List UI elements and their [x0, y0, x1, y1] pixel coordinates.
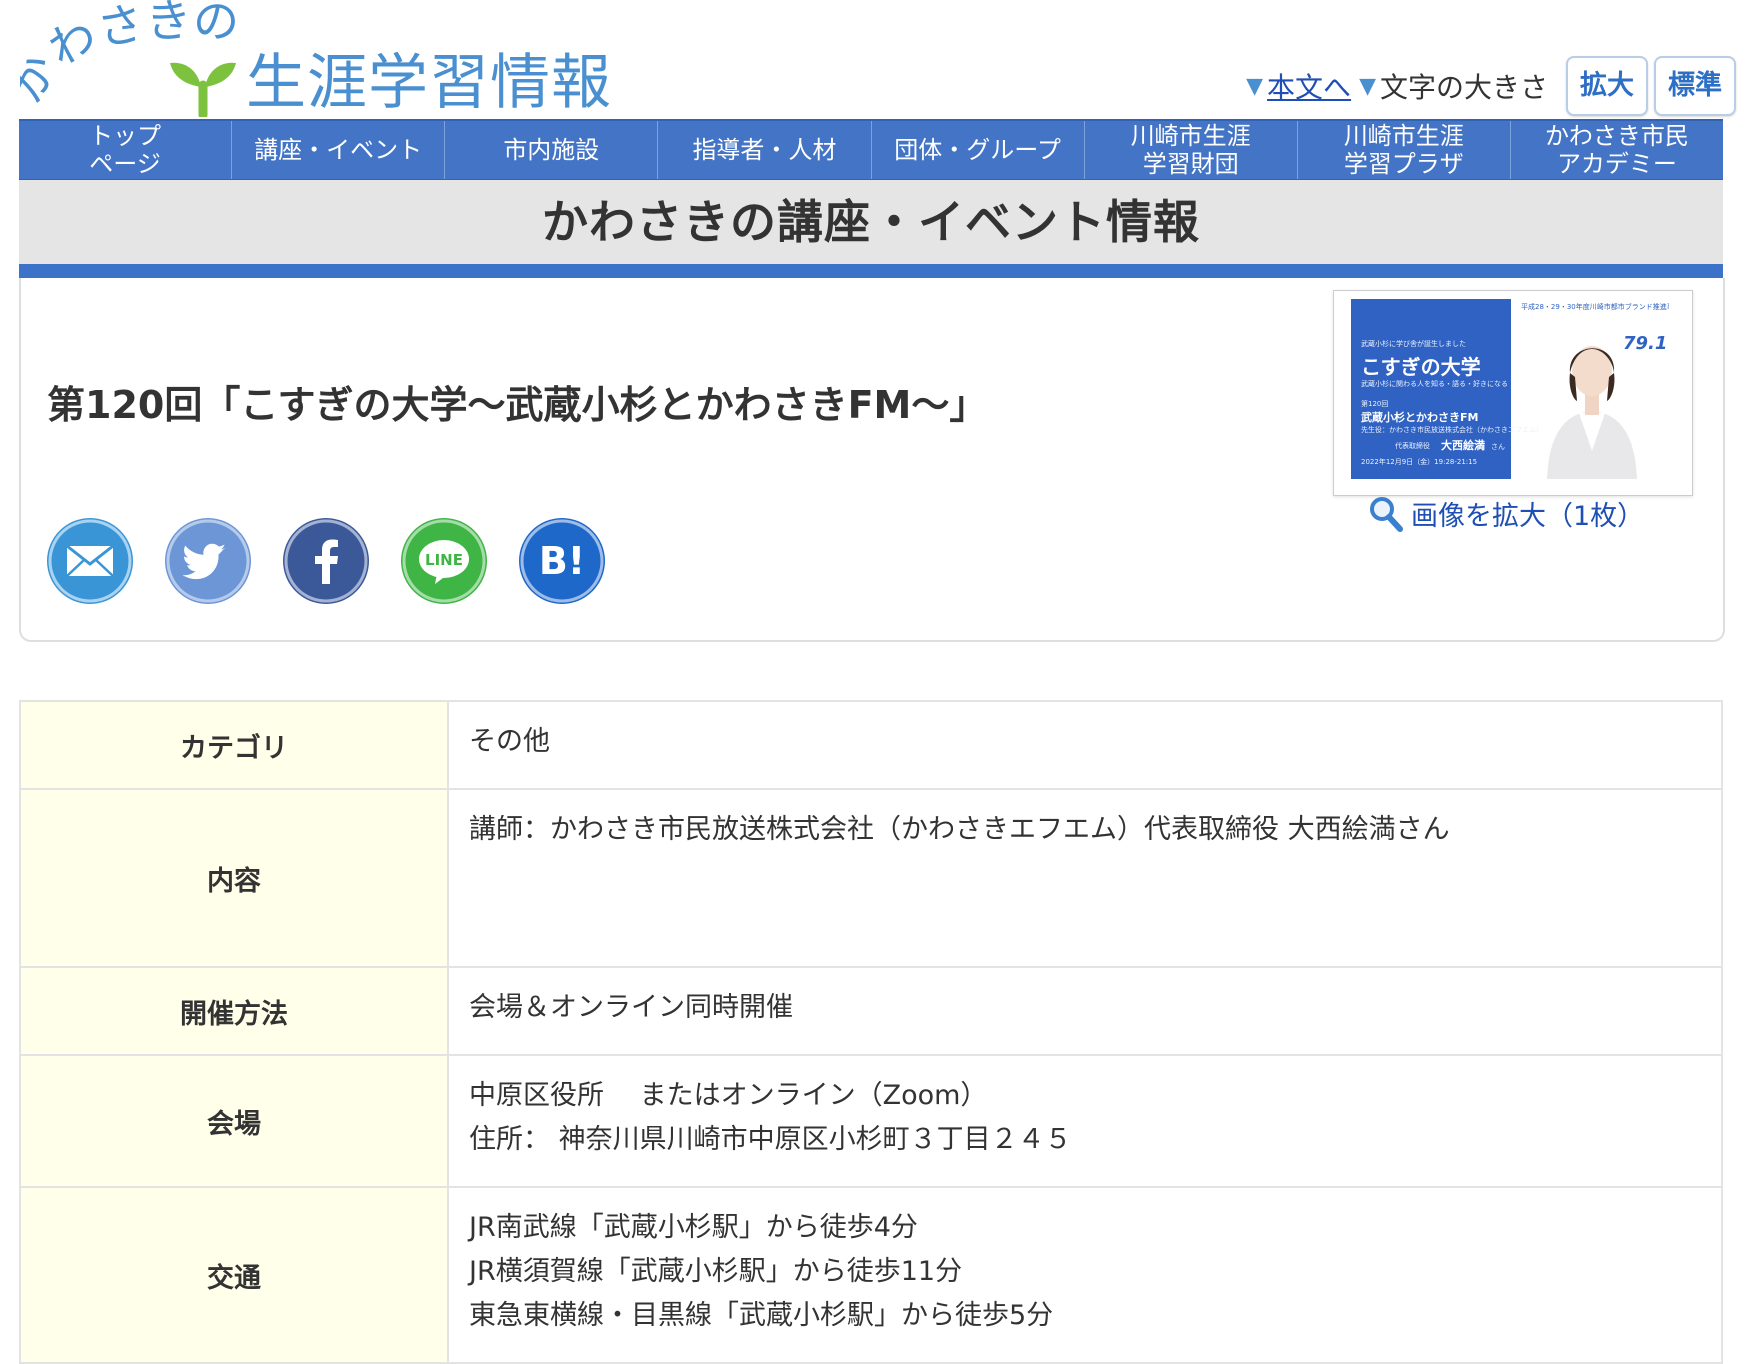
nav-item-facilities[interactable]: 市内施設	[445, 121, 659, 179]
content-value: 講師：かわさき市民放送株式会社（かわさきエフエム）代表取締役 大西絵満さん	[469, 814, 1450, 845]
thumb-teacher: 先生役：かわさき市民放送株式会社（かわさきエフエム）	[1361, 426, 1543, 434]
thumb-teacher-suffix: さん	[1491, 443, 1505, 451]
access-line-3: 東急東横線・目黒線「武蔵小杉駅」から徒歩5分	[469, 1300, 1054, 1331]
event-card: 第120回「こすぎの大学〜武蔵小杉とかわさきFM〜」 LINE B! 平成28・…	[19, 278, 1725, 642]
text-size-bar: ▼ 本文へ ▼ 文字の大きさ 拡大 標準	[1238, 56, 1736, 116]
thumb-teacher-role: 代表取締役	[1395, 442, 1430, 450]
thumb-banner-text: 平成28・29・30年度川崎市都市ブランド推進事業	[1521, 303, 1669, 311]
table-row: 交通 JR南武線「武蔵小杉駅」から徒歩4分 JR横須賀線「武蔵小杉駅」から徒歩1…	[19, 1186, 1723, 1364]
line-icon[interactable]: LINE	[401, 518, 487, 604]
nav-item-instructors[interactable]: 指導者・人材	[658, 121, 872, 179]
row-label-access: 交通	[19, 1186, 449, 1364]
venue-name: 中原区役所 またはオンライン（Zoom）	[469, 1080, 988, 1111]
thumb-episode: 第120回	[1361, 400, 1389, 408]
table-row: カテゴリ その他	[19, 700, 1723, 790]
table-row: 会場 中原区役所 またはオンライン（Zoom） 住所： 神奈川県川崎市中原区小杉…	[19, 1054, 1723, 1188]
text-size-label: 文字の大きさ	[1379, 71, 1548, 104]
row-value-category: その他	[447, 700, 1723, 790]
enlarge-image-link[interactable]: 画像を拡大（1枚）	[1369, 494, 1644, 533]
thumbnail-image: 平成28・29・30年度川崎市都市ブランド推進事業 武蔵小杉に学び舎が誕生しまし…	[1351, 299, 1669, 479]
thumb-sub: 武蔵小杉に関わる人を知る・語る・好きになる	[1361, 380, 1508, 388]
nav-item-courses-events[interactable]: 講座・イベント	[232, 121, 446, 179]
row-label-category: カテゴリ	[19, 700, 449, 790]
row-value-content: 講師：かわさき市民放送株式会社（かわさきエフエム）代表取締役 大西絵満さん	[447, 788, 1723, 968]
access-line-2: JR横須賀線「武蔵小杉駅」から徒歩11分	[469, 1256, 963, 1287]
nav-item-foundation[interactable]: 川崎市生涯 学習財団	[1085, 121, 1298, 179]
thumb-name: こすぎの大学	[1361, 355, 1481, 379]
share-buttons: LINE B!	[47, 518, 605, 604]
logo-curve-text: かわさきの	[20, 0, 241, 112]
twitter-icon[interactable]	[165, 518, 251, 604]
global-nav: トップ ページ 講座・イベント 市内施設 指導者・人材 団体・グループ 川崎市生…	[19, 119, 1723, 181]
table-row: 開催方法 会場＆オンライン同時開催	[19, 966, 1723, 1056]
hatena-bookmark-icon[interactable]: B!	[519, 518, 605, 604]
section-title: かわさきの講座・イベント情報	[19, 180, 1723, 264]
magnifier-icon	[1370, 496, 1403, 532]
fm-logo: 79.1	[1623, 333, 1668, 354]
nav-item-groups[interactable]: 団体・グループ	[872, 121, 1085, 179]
event-info-table: カテゴリ その他 内容 講師：かわさき市民放送株式会社（かわさきエフエム）代表取…	[19, 700, 1723, 1364]
category-value: その他	[469, 726, 550, 757]
site-logo[interactable]: かわさきの 生涯学習情報	[20, 0, 612, 118]
access-line-1: JR南武線「武蔵小杉駅」から徒歩4分	[469, 1212, 918, 1243]
row-value-method: 会場＆オンライン同時開催	[447, 966, 1723, 1056]
event-title: 第120回「こすぎの大学〜武蔵小杉とかわさきFM〜」	[47, 383, 988, 427]
nav-item-plaza[interactable]: 川崎市生涯 学習プラザ	[1298, 121, 1511, 179]
logo-main-text: 生涯学習情報	[246, 48, 612, 118]
venue-address: 住所： 神奈川県川崎市中原区小杉町３丁目２４５	[469, 1124, 1072, 1155]
page: かわさきの 生涯学習情報 ▼ 本文へ ▼ 文字の大きさ 拡大 標準 トップ ペー…	[0, 0, 1746, 1364]
line-icon-label: LINE	[425, 551, 463, 569]
thumb-teacher-name: 大西絵満	[1441, 439, 1485, 452]
thumb-date: 2022年12月9日（金）19:28-21:15	[1361, 458, 1478, 466]
text-standard-button[interactable]: 標準	[1654, 56, 1736, 116]
sprout-icon	[170, 62, 236, 117]
triangle-down-icon: ▼	[1359, 73, 1376, 99]
table-row: 内容 講師：かわさき市民放送株式会社（かわさきエフエム）代表取締役 大西絵満さん	[19, 788, 1723, 968]
nav-item-top[interactable]: トップ ページ	[19, 121, 233, 179]
thumb-topic: 武蔵小杉とかわさきFM	[1361, 411, 1479, 424]
row-value-access: JR南武線「武蔵小杉駅」から徒歩4分 JR横須賀線「武蔵小杉駅」から徒歩11分 …	[447, 1186, 1723, 1364]
row-label-venue: 会場	[19, 1054, 449, 1188]
hatena-icon-label: B!	[539, 539, 585, 583]
enlarge-image-text: 画像を拡大（1枚）	[1411, 501, 1645, 532]
facebook-icon[interactable]	[283, 518, 369, 604]
thumb-lead: 武蔵小杉に学び舎が誕生しました	[1361, 340, 1466, 348]
event-thumbnail[interactable]: 平成28・29・30年度川崎市都市ブランド推進事業 武蔵小杉に学び舎が誕生しまし…	[1333, 290, 1693, 496]
thumbnail-blue-panel	[1351, 299, 1511, 479]
triangle-down-icon: ▼	[1246, 73, 1264, 99]
mail-icon[interactable]	[47, 518, 133, 604]
row-label-content: 内容	[19, 788, 449, 968]
text-enlarge-button[interactable]: 拡大	[1566, 56, 1648, 116]
section-divider	[19, 264, 1723, 278]
skip-to-content-link[interactable]: 本文へ	[1267, 66, 1351, 106]
nav-item-academy[interactable]: かわさき市民 アカデミー	[1511, 121, 1723, 179]
row-label-method: 開催方法	[19, 966, 449, 1056]
method-value: 会場＆オンライン同時開催	[469, 992, 793, 1023]
row-value-venue: 中原区役所 またはオンライン（Zoom） 住所： 神奈川県川崎市中原区小杉町３丁…	[447, 1054, 1723, 1188]
